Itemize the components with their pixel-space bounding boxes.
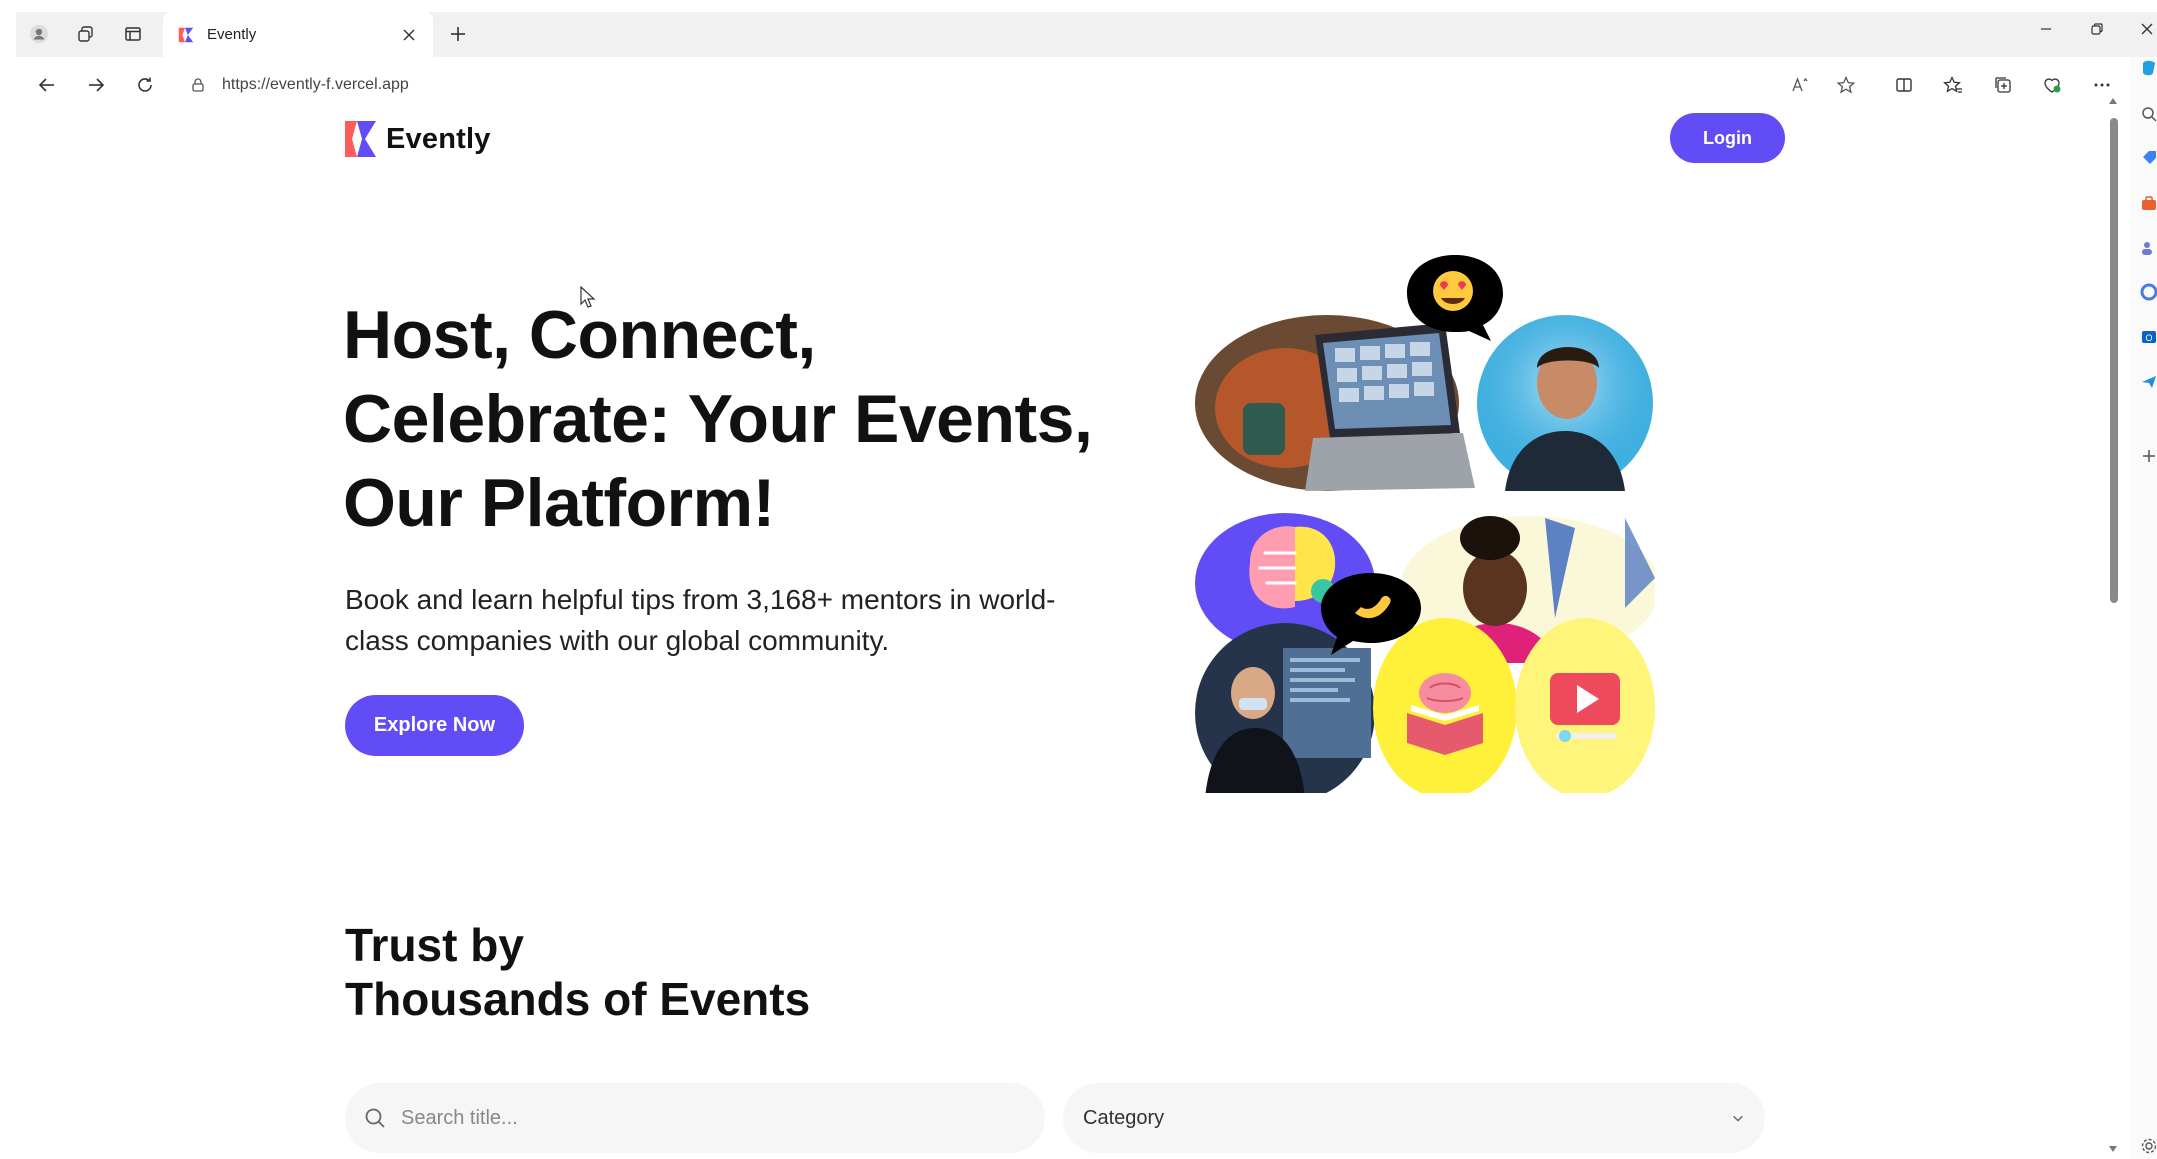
hero-collage-image — [1195, 255, 1655, 793]
profile-icon[interactable] — [22, 17, 56, 51]
login-button[interactable]: Login — [1670, 113, 1785, 163]
sidebar-settings-icon[interactable] — [2140, 1137, 2157, 1155]
chevron-down-icon — [1733, 1115, 1743, 1122]
people-icon[interactable] — [2140, 239, 2157, 257]
scroll-thumb[interactable] — [2110, 118, 2118, 603]
tab-title: Evently — [207, 26, 257, 43]
page-content: Evently Login Host, Connect, Celebrate: … — [0, 113, 2105, 1159]
active-tab[interactable]: Evently — [163, 12, 433, 57]
add-sidebar-icon[interactable] — [2140, 447, 2157, 465]
hero-title: Host, Connect, Celebrate: Your Events, O… — [343, 297, 1093, 541]
category-select[interactable]: Category — [1063, 1083, 1765, 1153]
event-filters: Category — [345, 1083, 1765, 1153]
forward-icon[interactable] — [80, 69, 112, 101]
back-icon[interactable] — [31, 69, 63, 101]
search-sidebar-icon[interactable] — [2140, 105, 2157, 123]
search-box[interactable] — [345, 1083, 1045, 1153]
brand-name: Evently — [386, 122, 491, 155]
lock-icon[interactable] — [190, 77, 206, 93]
copilot-icon[interactable] — [2140, 59, 2157, 77]
scroll-up-icon[interactable] — [2108, 97, 2118, 105]
workspaces-icon[interactable] — [69, 17, 103, 51]
mouse-cursor-icon — [580, 286, 596, 308]
svg-text:O: O — [2145, 333, 2152, 343]
split-screen-icon[interactable] — [1888, 69, 1920, 101]
new-tab-icon[interactable] — [441, 17, 475, 51]
book-brain-illustration — [1373, 618, 1517, 793]
restore-icon[interactable] — [2077, 14, 2117, 44]
search-input[interactable] — [401, 1106, 1001, 1130]
evently-logo-icon — [345, 121, 376, 157]
address-bar: https://evently-f.vercel.app — [0, 57, 2157, 113]
office-icon[interactable] — [2140, 283, 2157, 301]
hero-subtitle: Book and learn helpful tips from 3,168+ … — [345, 584, 1056, 656]
scroll-down-icon[interactable] — [2108, 1145, 2118, 1153]
video-play-illustration — [1515, 618, 1655, 793]
edge-sidebar: O — [2130, 57, 2157, 1159]
smiling-man-photo — [1477, 315, 1653, 491]
favorite-icon[interactable] — [1830, 69, 1862, 101]
tab-actions-icon[interactable] — [116, 17, 150, 51]
tools-icon[interactable] — [2140, 194, 2157, 212]
browser-essentials-icon[interactable] — [2036, 69, 2068, 101]
refresh-icon[interactable] — [129, 69, 161, 101]
presenter-photo — [1195, 623, 1375, 793]
search-icon — [365, 1108, 385, 1128]
video-call-photo — [1195, 315, 1475, 491]
url-field[interactable]: https://evently-f.vercel.app — [190, 67, 1710, 103]
events-title-line2: Thousands of Events — [345, 973, 811, 1025]
close-tab-icon[interactable] — [399, 25, 419, 45]
close-window-icon[interactable] — [2127, 14, 2157, 44]
explore-now-button[interactable]: Explore Now — [345, 695, 524, 756]
brand-logo[interactable]: Evently — [345, 121, 491, 157]
collections-icon[interactable] — [1987, 69, 2019, 101]
minimize-icon[interactable] — [2026, 14, 2066, 44]
favorites-icon[interactable] — [1937, 69, 1969, 101]
category-label: Category — [1083, 1106, 1165, 1129]
shopping-icon[interactable] — [2140, 149, 2157, 167]
send-icon[interactable] — [2140, 373, 2157, 391]
url-text[interactable]: https://evently-f.vercel.app — [222, 76, 409, 94]
browser-tab-bar: Evently — [0, 0, 2157, 57]
events-title-line1: Trust by — [345, 919, 524, 971]
page-scrollbar[interactable] — [2105, 95, 2121, 1159]
evently-favicon-icon — [178, 27, 194, 42]
read-aloud-icon[interactable] — [1784, 69, 1816, 101]
events-section-title: Trust by Thousands of Events — [345, 918, 810, 1026]
outlook-icon[interactable]: O — [2140, 328, 2157, 346]
